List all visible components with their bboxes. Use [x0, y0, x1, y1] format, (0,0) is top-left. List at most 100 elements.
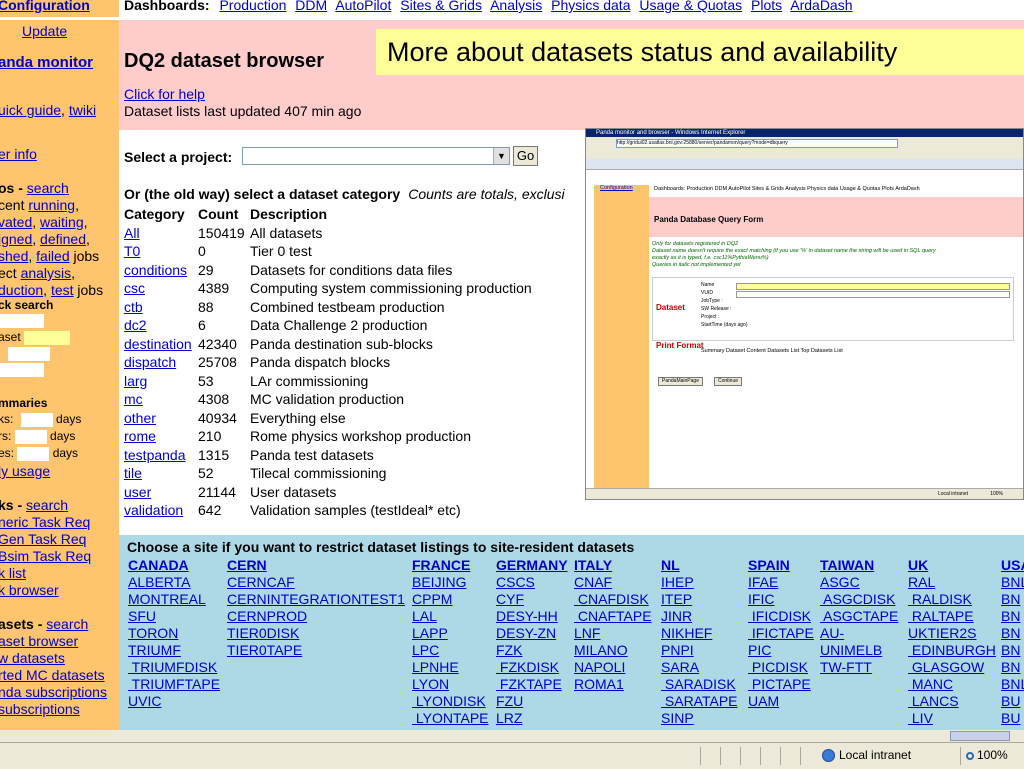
sidebar-ctbsim-task-link[interactable]: Bsim Task Req: [0, 548, 91, 564]
site-link[interactable]: EDINBURGH: [908, 642, 996, 659]
sidebar-evgen-task-link[interactable]: Gen Task Req: [0, 531, 86, 547]
site-link[interactable]: FZK: [496, 642, 568, 659]
sidebar-analysis-link[interactable]: analysis: [21, 265, 72, 281]
site-link[interactable]: CYF: [496, 591, 568, 608]
site-link[interactable]: IFICTAPE: [748, 625, 814, 642]
sidebar-test-link[interactable]: test: [51, 282, 74, 298]
site-link[interactable]: FZKTAPE: [496, 676, 568, 693]
site-link[interactable]: SINP: [661, 710, 738, 727]
sidebar-finished-link[interactable]: shed: [0, 248, 28, 264]
site-link[interactable]: IHEP: [661, 574, 738, 591]
site-link[interactable]: LYONDISK: [412, 693, 489, 710]
nav-autopilot[interactable]: AutoPilot: [335, 0, 391, 13]
site-link[interactable]: CERNCAF: [227, 574, 405, 591]
category-link[interactable]: tile: [124, 465, 142, 481]
sidebar-update-link[interactable]: Update: [22, 23, 67, 39]
category-link[interactable]: mc: [124, 391, 143, 407]
sidebar-nodes-input[interactable]: [17, 446, 50, 461]
site-link[interactable]: CNAF: [574, 574, 652, 591]
nav-analysis[interactable]: Analysis: [490, 0, 542, 13]
site-link[interactable]: LRZ: [496, 710, 568, 727]
sidebar-panda-monitor-link[interactable]: anda monitor: [0, 54, 93, 71]
category-link[interactable]: T0: [124, 243, 140, 259]
sidebar-waiting-link[interactable]: waiting: [40, 214, 84, 230]
sidebar-production-link[interactable]: duction: [0, 282, 43, 298]
sidebar-task-list-link[interactable]: k list: [0, 565, 26, 581]
nav-usage-quotas[interactable]: Usage & Quotas: [639, 0, 742, 13]
category-link[interactable]: All: [124, 225, 140, 241]
category-link[interactable]: dispatch: [124, 354, 176, 370]
site-link[interactable]: TIER0TAPE: [227, 642, 405, 659]
site-link[interactable]: FZU: [496, 693, 568, 710]
site-link[interactable]: ALBERTA: [128, 574, 220, 591]
category-link[interactable]: csc: [124, 280, 145, 296]
site-link[interactable]: MANC: [908, 676, 996, 693]
site-link[interactable]: SARADISK: [661, 676, 738, 693]
category-link[interactable]: conditions: [124, 262, 187, 278]
site-link[interactable]: LANCS: [908, 693, 996, 710]
sidebar-job-search-input[interactable]: [0, 314, 44, 328]
site-link[interactable]: PIC: [748, 642, 814, 659]
scrollbar-thumb[interactable]: [950, 731, 1010, 741]
site-link[interactable]: TORON: [128, 625, 220, 642]
category-link[interactable]: rome: [124, 428, 156, 444]
site-link[interactable]: SARATAPE: [661, 693, 738, 710]
sidebar-aborted-mc-link[interactable]: rted MC datasets: [0, 667, 105, 683]
site-link[interactable]: GLASGOW: [908, 659, 996, 676]
go-button[interactable]: Go: [513, 146, 538, 166]
category-link[interactable]: dc2: [124, 317, 147, 333]
site-link[interactable]: LPNHE: [412, 659, 489, 676]
site-link[interactable]: CNAFTAPE: [574, 608, 652, 625]
site-link[interactable]: IFAE: [748, 574, 814, 591]
site-country-link[interactable]: GERMANY: [496, 557, 568, 574]
site-link[interactable]: LAL: [412, 608, 489, 625]
chevron-down-icon[interactable]: ▼: [493, 148, 509, 164]
site-link[interactable]: TIER0DISK: [227, 625, 405, 642]
sidebar-all-subs-link[interactable]: subscriptions: [0, 701, 80, 717]
site-link[interactable]: UNIMELB: [820, 642, 898, 659]
site-link[interactable]: BN: [1001, 591, 1024, 608]
sidebar-failed-link[interactable]: failed: [36, 248, 69, 264]
site-link[interactable]: FZKDISK: [496, 659, 568, 676]
sidebar-panda-subs-link[interactable]: nda subscriptions: [0, 684, 107, 700]
sidebar-running-link[interactable]: running: [28, 197, 75, 213]
category-link[interactable]: destination: [124, 336, 192, 352]
site-link[interactable]: UKTIER2S: [908, 625, 996, 642]
site-country-link[interactable]: CANADA: [128, 557, 220, 574]
nav-sites-grids[interactable]: Sites & Grids: [400, 0, 482, 13]
site-link[interactable]: CPPM: [412, 591, 489, 608]
site-country-link[interactable]: TAIWAN: [820, 557, 898, 574]
site-link[interactable]: ASGCDISK: [820, 591, 898, 608]
category-link[interactable]: ctb: [124, 299, 143, 315]
sidebar-daily-usage-link[interactable]: ly usage: [0, 463, 50, 479]
site-link[interactable]: RALTAPE: [908, 608, 996, 625]
site-link[interactable]: NAPOLI: [574, 659, 652, 676]
category-link[interactable]: larg: [124, 373, 147, 389]
site-link[interactable]: TRIUMFDISK: [128, 659, 220, 676]
sidebar-new-datasets-link[interactable]: w datasets: [0, 650, 65, 666]
nav-physics-data[interactable]: Physics data: [551, 0, 630, 13]
category-link[interactable]: user: [124, 484, 151, 500]
site-link[interactable]: TRIUMFTAPE: [128, 676, 220, 693]
sidebar-jobs-search-link[interactable]: search: [27, 180, 69, 196]
site-link[interactable]: ROMA1: [574, 676, 652, 693]
site-link[interactable]: BNL: [1001, 676, 1024, 693]
site-link[interactable]: DESY-ZN: [496, 625, 568, 642]
site-link[interactable]: RAL: [908, 574, 996, 591]
site-link[interactable]: PNPI: [661, 642, 738, 659]
nav-ardadash[interactable]: ArdaDash: [790, 0, 852, 13]
project-select[interactable]: ▼: [242, 147, 510, 165]
site-link[interactable]: BU: [1001, 693, 1024, 710]
site-link[interactable]: SARA: [661, 659, 738, 676]
site-link[interactable]: UVIC: [128, 693, 220, 710]
site-country-link[interactable]: NL: [661, 557, 738, 574]
sidebar-dataset-browser-link[interactable]: aset browser: [0, 633, 78, 649]
nav-production[interactable]: Production: [219, 0, 286, 13]
category-link[interactable]: other: [124, 410, 156, 426]
configuration-link[interactable]: Configuration: [0, 0, 90, 13]
site-link[interactable]: SFU: [128, 608, 220, 625]
site-link[interactable]: MILANO: [574, 642, 652, 659]
category-link[interactable]: validation: [124, 502, 183, 518]
help-link[interactable]: Click for help: [124, 86, 205, 102]
site-link[interactable]: BN: [1001, 608, 1024, 625]
